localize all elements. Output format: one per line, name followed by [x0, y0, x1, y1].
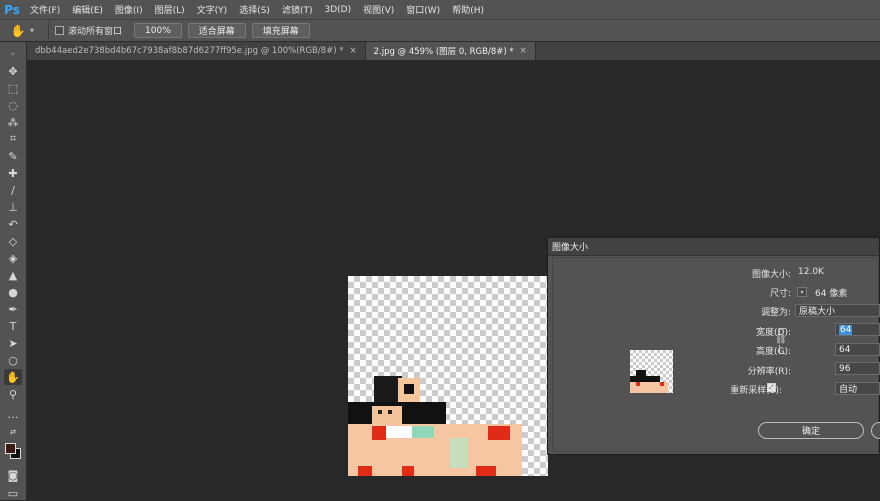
- type-tool-icon[interactable]: T: [4, 318, 22, 334]
- tool-preset-dropdown-icon[interactable]: ▾: [30, 26, 34, 35]
- fit-screen-button[interactable]: 适合屏幕: [187, 23, 246, 38]
- menu-filter[interactable]: 滤镜(T): [276, 3, 319, 16]
- pixel-art-green-block: [412, 426, 434, 438]
- pixel-art-red-block: [476, 466, 496, 476]
- path-selection-tool-icon[interactable]: ➤: [4, 335, 22, 351]
- menu-layer[interactable]: 图层(L): [149, 3, 191, 16]
- pixel-art-face: [372, 406, 402, 424]
- photoshop-logo[interactable]: Ps: [0, 0, 24, 19]
- fit-to-value: 原稿大小: [799, 307, 836, 317]
- resample-select[interactable]: 自动: [835, 382, 880, 395]
- document-tabs: dbb44aed2e738bd4b67c7938af8b87d6277ff95e…: [27, 42, 880, 61]
- tab-document-2-label: 2.jpg @ 459% (图层 0, RGB/8#) *: [373, 47, 514, 57]
- eraser-tool-icon[interactable]: ◇: [4, 233, 22, 249]
- screen-mode-icon[interactable]: ▭: [4, 485, 22, 501]
- close-icon[interactable]: ×: [520, 46, 527, 56]
- resample-value: 自动: [839, 385, 858, 395]
- foreground-color-swatch[interactable]: [5, 443, 16, 454]
- resolution-input[interactable]: 96: [835, 362, 880, 375]
- pixel-art-eye: [404, 384, 414, 394]
- thumb-pixel-red: [636, 382, 640, 386]
- quick-mask-icon[interactable]: ◙: [4, 467, 22, 483]
- close-icon[interactable]: ×: [350, 46, 357, 56]
- dodge-tool-icon[interactable]: ●: [4, 284, 22, 300]
- dimension-value: 64 像素: [815, 289, 848, 299]
- height-label: 高度(G):: [755, 347, 791, 357]
- marquee-tool-icon[interactable]: ⬚: [4, 80, 22, 96]
- cancel-button-partial[interactable]: [871, 422, 880, 439]
- options-bar: ✋ ▾ 滚动所有窗口 100% 适合屏幕 填充屏幕: [0, 19, 880, 42]
- pen-tool-icon[interactable]: ✒: [4, 301, 22, 317]
- fit-to-select[interactable]: 原稿大小: [795, 304, 880, 317]
- menu-3d[interactable]: 3D(D): [318, 5, 357, 15]
- menu-image[interactable]: 图像(I): [109, 3, 149, 16]
- pixel-art-transparent-area: [522, 446, 548, 476]
- eyedropper-tool-icon[interactable]: ✎: [4, 148, 22, 164]
- pixel-art-red-block: [488, 426, 510, 440]
- history-brush-tool-icon[interactable]: ↶: [4, 216, 22, 232]
- more-tools-icon[interactable]: …: [4, 406, 22, 422]
- pixel-art-light-green-block: [450, 438, 468, 468]
- pixel-art-red-block: [402, 466, 414, 476]
- ellipse-tool-icon[interactable]: ○: [4, 352, 22, 368]
- pixel-art-red-block: [358, 466, 372, 476]
- menu-window[interactable]: 窗口(W): [400, 3, 446, 16]
- menu-bar: Ps 文件(F) 编辑(E) 图像(I) 图层(L) 文字(Y) 选择(S) 滤…: [0, 0, 880, 19]
- pixel-art-face-eye: [388, 410, 392, 414]
- zoom-tool-icon[interactable]: ⚲: [4, 386, 22, 402]
- blur-tool-icon[interactable]: ▲: [4, 267, 22, 283]
- pixel-art-white-block: [386, 426, 412, 438]
- tab-document-1[interactable]: dbb44aed2e738bd4b67c7938af8b87d6277ff95e…: [27, 42, 366, 60]
- magic-wand-tool-icon[interactable]: ⁂: [4, 114, 22, 130]
- resample-label: 重新采样(S):: [730, 386, 782, 396]
- fit-to-label: 调整为:: [760, 308, 791, 318]
- height-value: 64: [839, 344, 851, 355]
- clone-stamp-tool-icon[interactable]: ⊥: [4, 199, 22, 215]
- tab-document-2[interactable]: 2.jpg @ 459% (图层 0, RGB/8#) * ×: [365, 42, 536, 60]
- height-input[interactable]: 64: [835, 343, 880, 356]
- options-separator: [48, 22, 50, 39]
- resolution-value: 96: [839, 363, 851, 374]
- dialog-title[interactable]: 图像大小: [548, 238, 879, 256]
- default-colors-icon[interactable]: ⇄: [4, 424, 22, 440]
- scroll-all-windows-label: 滚动所有窗口: [68, 27, 123, 37]
- width-label: 宽度(D):: [756, 328, 791, 338]
- image-size-value: 12.0K: [798, 267, 824, 277]
- move-tool-icon[interactable]: ✥: [4, 63, 22, 79]
- dimension-label: 尺寸:: [769, 289, 791, 299]
- menu-select[interactable]: 选择(S): [233, 3, 276, 16]
- zoom-100-button[interactable]: 100%: [134, 23, 182, 38]
- width-input[interactable]: 64: [835, 323, 880, 336]
- dialog-body: 图像大小: 12.0K 尺寸: ▾ 64 像素 调整为: 原稿大小 ⛓ 宽度(D…: [552, 257, 880, 452]
- scroll-all-windows-checkbox[interactable]: [55, 26, 65, 35]
- width-value: 64: [839, 324, 853, 335]
- pixel-art-face-eye: [378, 410, 382, 414]
- hand-tool-icon[interactable]: ✋: [6, 24, 30, 38]
- image-size-label: 图像大小:: [751, 270, 791, 280]
- canvas-image[interactable]: [348, 276, 548, 476]
- ok-button[interactable]: 确定: [758, 422, 864, 439]
- panel-collapse-icon[interactable]: »: [4, 46, 22, 62]
- paint-bucket-tool-icon[interactable]: ◈: [4, 250, 22, 266]
- healing-brush-tool-icon[interactable]: ✚: [4, 165, 22, 181]
- menu-file[interactable]: 文件(F): [24, 3, 66, 16]
- resolution-label: 分辨率(R):: [747, 367, 791, 377]
- image-preview-thumbnail[interactable]: [630, 350, 673, 393]
- tab-document-1-label: dbb44aed2e738bd4b67c7938af8b87d6277ff95e…: [35, 46, 344, 56]
- menu-help[interactable]: 帮助(H): [446, 3, 490, 16]
- fill-screen-button[interactable]: 填充屏幕: [251, 23, 310, 38]
- brush-tool-icon[interactable]: ∕: [4, 182, 22, 198]
- menu-edit[interactable]: 编辑(E): [66, 3, 109, 16]
- menu-view[interactable]: 视图(V): [357, 3, 400, 16]
- pixel-art-red-block: [372, 426, 386, 440]
- crop-tool-icon[interactable]: ⌗: [4, 131, 22, 147]
- thumb-pixel-red: [660, 382, 664, 386]
- hand-tool-active-icon[interactable]: ✋: [4, 369, 22, 385]
- menu-type[interactable]: 文字(Y): [191, 3, 234, 16]
- image-size-dialog: 图像大小 图像大小: 12.0K 尺寸: ▾ 64 像素 调整为: 原稿大小 ⛓…: [547, 237, 880, 455]
- tools-panel: » ✥ ⬚ ◌ ⁂ ⌗ ✎ ✚ ∕ ⊥ ↶ ◇ ◈ ▲ ● ✒ T ➤ ○ ✋ …: [0, 42, 27, 500]
- lasso-tool-icon[interactable]: ◌: [4, 97, 22, 113]
- dimension-unit-dropdown-icon[interactable]: ▾: [797, 287, 807, 297]
